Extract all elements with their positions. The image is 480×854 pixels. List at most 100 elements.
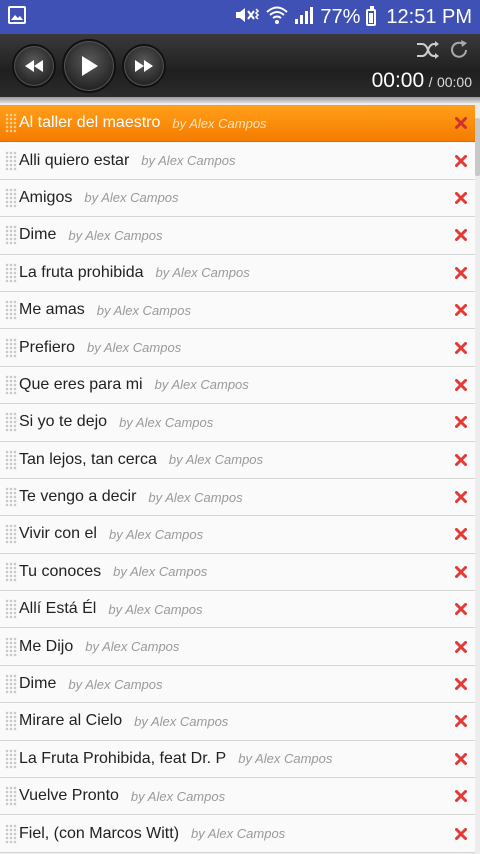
- drag-handle-icon[interactable]: [5, 823, 17, 844]
- drag-handle-icon[interactable]: [5, 561, 17, 582]
- remove-song-button[interactable]: [453, 826, 469, 842]
- drag-handle-icon[interactable]: [5, 300, 17, 321]
- previous-icon: [25, 59, 43, 72]
- drag-handle-icon[interactable]: [5, 225, 17, 246]
- close-icon: [455, 603, 467, 616]
- song-artist: by Alex Campos: [141, 153, 236, 169]
- song-title: La fruta prohibida: [19, 263, 144, 281]
- song-title: Fiel, (con Marcos Witt): [19, 824, 180, 842]
- playlist-row[interactable]: Al taller del maestro by Alex Campos: [0, 105, 475, 143]
- player-bar: 00:00 / 00:00: [0, 34, 480, 97]
- drag-handle-icon[interactable]: [5, 674, 17, 695]
- player-divider: [0, 97, 480, 103]
- song-artist: by Alex Campos: [119, 414, 214, 430]
- playlist-row[interactable]: Tu conoces by Alex Campos: [0, 553, 475, 592]
- remove-song-button[interactable]: [453, 414, 469, 430]
- shuffle-icon: [417, 41, 439, 59]
- song-artist: by Alex Campos: [168, 452, 264, 468]
- wifi-icon: [266, 5, 289, 30]
- playlist-row[interactable]: Me amas by Alex Campos: [0, 291, 475, 330]
- playlist-row[interactable]: La Fruta Prohibida, feat Dr. P by Alex Ca…: [0, 740, 475, 779]
- drag-handle-icon[interactable]: [5, 374, 17, 395]
- drag-handle-icon[interactable]: [5, 599, 17, 620]
- shuffle-button[interactable]: [416, 39, 440, 61]
- song-title: Dime: [19, 675, 57, 693]
- song-title: Vuelve Pronto: [19, 787, 119, 805]
- status-right: 77% 12:51 PM: [234, 0, 480, 34]
- remove-song-button[interactable]: [453, 639, 469, 655]
- drag-handle-icon[interactable]: [5, 786, 17, 807]
- playlist-row[interactable]: Allí Está Él by Alex Campos: [0, 591, 475, 629]
- remove-song-button[interactable]: [453, 265, 469, 281]
- previous-button[interactable]: [12, 43, 56, 88]
- playlist-row[interactable]: Amigos by Alex Campos: [0, 179, 475, 218]
- playlist-row[interactable]: Mirare al Cielo by Alex Campos: [0, 703, 475, 741]
- drag-handle-icon[interactable]: [5, 487, 17, 508]
- drag-handle-icon[interactable]: [5, 412, 17, 433]
- song-artist: by Alex Campos: [148, 489, 243, 505]
- remove-song-button[interactable]: [453, 302, 469, 318]
- song-artist: by Alex Campos: [172, 115, 267, 131]
- close-icon: [455, 266, 467, 279]
- remove-song-button[interactable]: [453, 489, 469, 505]
- playlist-row[interactable]: Vivir con el by Alex Campos: [0, 516, 475, 554]
- close-icon: [455, 715, 467, 728]
- song-title: Mirare al Cielo: [19, 712, 123, 730]
- drag-handle-icon[interactable]: [5, 187, 17, 208]
- remove-song-button[interactable]: [453, 452, 469, 468]
- song-title: Que eres para mi: [19, 375, 143, 393]
- song-artist: by Alex Campos: [108, 601, 203, 617]
- playlist-row[interactable]: Me Dijo by Alex Campos: [0, 628, 475, 666]
- playlist-row[interactable]: Dime by Alex Campos: [0, 217, 475, 255]
- playlist-row[interactable]: Dime by Alex Campos: [0, 665, 475, 704]
- remove-song-button[interactable]: [453, 377, 469, 393]
- drag-handle-icon[interactable]: [5, 262, 17, 283]
- drag-handle-icon[interactable]: [5, 113, 17, 134]
- mute-vibrate-icon: [234, 5, 260, 30]
- drag-handle-icon[interactable]: [5, 524, 17, 545]
- playlist: Al taller del maestro by Alex Campos Alli …: [0, 105, 475, 853]
- close-icon: [455, 528, 467, 541]
- drag-handle-icon[interactable]: [5, 711, 17, 732]
- scrollbar[interactable]: [475, 118, 480, 176]
- close-icon: [455, 827, 467, 840]
- remove-song-button[interactable]: [453, 526, 469, 542]
- playlist-row[interactable]: Tan lejos, tan cerca by Alex Campos: [0, 441, 475, 479]
- playlist-row[interactable]: Vuelve Pronto by Alex Campos: [0, 778, 475, 816]
- playlist-row[interactable]: Si yo te dejo by Alex Campos: [0, 404, 475, 442]
- drag-handle-icon[interactable]: [5, 337, 17, 358]
- song-title: La Fruta Prohibida, feat Dr. P: [19, 749, 227, 767]
- playlist-row[interactable]: Fiel, (con Marcos Witt) by Alex Campos: [0, 815, 475, 853]
- playlist-row[interactable]: Prefiero by Alex Campos: [0, 329, 475, 367]
- drag-handle-icon[interactable]: [5, 150, 17, 171]
- remove-song-button[interactable]: [453, 227, 469, 243]
- remove-song-button[interactable]: [453, 153, 469, 169]
- drag-handle-icon[interactable]: [5, 748, 17, 769]
- remove-song-button[interactable]: [453, 115, 469, 131]
- remove-song-button[interactable]: [453, 340, 469, 356]
- play-button[interactable]: [62, 38, 116, 93]
- playlist-row[interactable]: La fruta prohibida by Alex Campos: [0, 254, 475, 292]
- remove-song-button[interactable]: [453, 788, 469, 804]
- playback-time: 00:00 / 00:00: [372, 69, 472, 93]
- playlist-row[interactable]: Te vengo a decir by Alex Campos: [0, 478, 475, 517]
- remove-song-button[interactable]: [453, 190, 469, 206]
- drag-handle-icon[interactable]: [5, 449, 17, 470]
- drag-handle-icon[interactable]: [5, 636, 17, 657]
- remove-song-button[interactable]: [453, 751, 469, 767]
- remove-song-button[interactable]: [453, 676, 469, 692]
- song-artist: by Alex Campos: [134, 713, 229, 729]
- remove-song-button[interactable]: [453, 564, 469, 580]
- remove-song-button[interactable]: [453, 601, 469, 617]
- status-time: 12:51 PM: [386, 6, 472, 28]
- remove-song-button[interactable]: [453, 713, 469, 729]
- playlist-row[interactable]: Que eres para mi by Alex Campos: [0, 366, 475, 405]
- close-icon: [455, 378, 467, 391]
- song-title: Vivir con el: [19, 525, 97, 543]
- play-icon: [82, 55, 98, 76]
- playlist-row[interactable]: Alli quiero estar by Alex Campos: [0, 142, 475, 180]
- repeat-button[interactable]: [448, 39, 470, 61]
- signal-icon: [294, 5, 314, 30]
- next-button[interactable]: [122, 43, 166, 88]
- song-title: Alli quiero estar: [19, 151, 130, 169]
